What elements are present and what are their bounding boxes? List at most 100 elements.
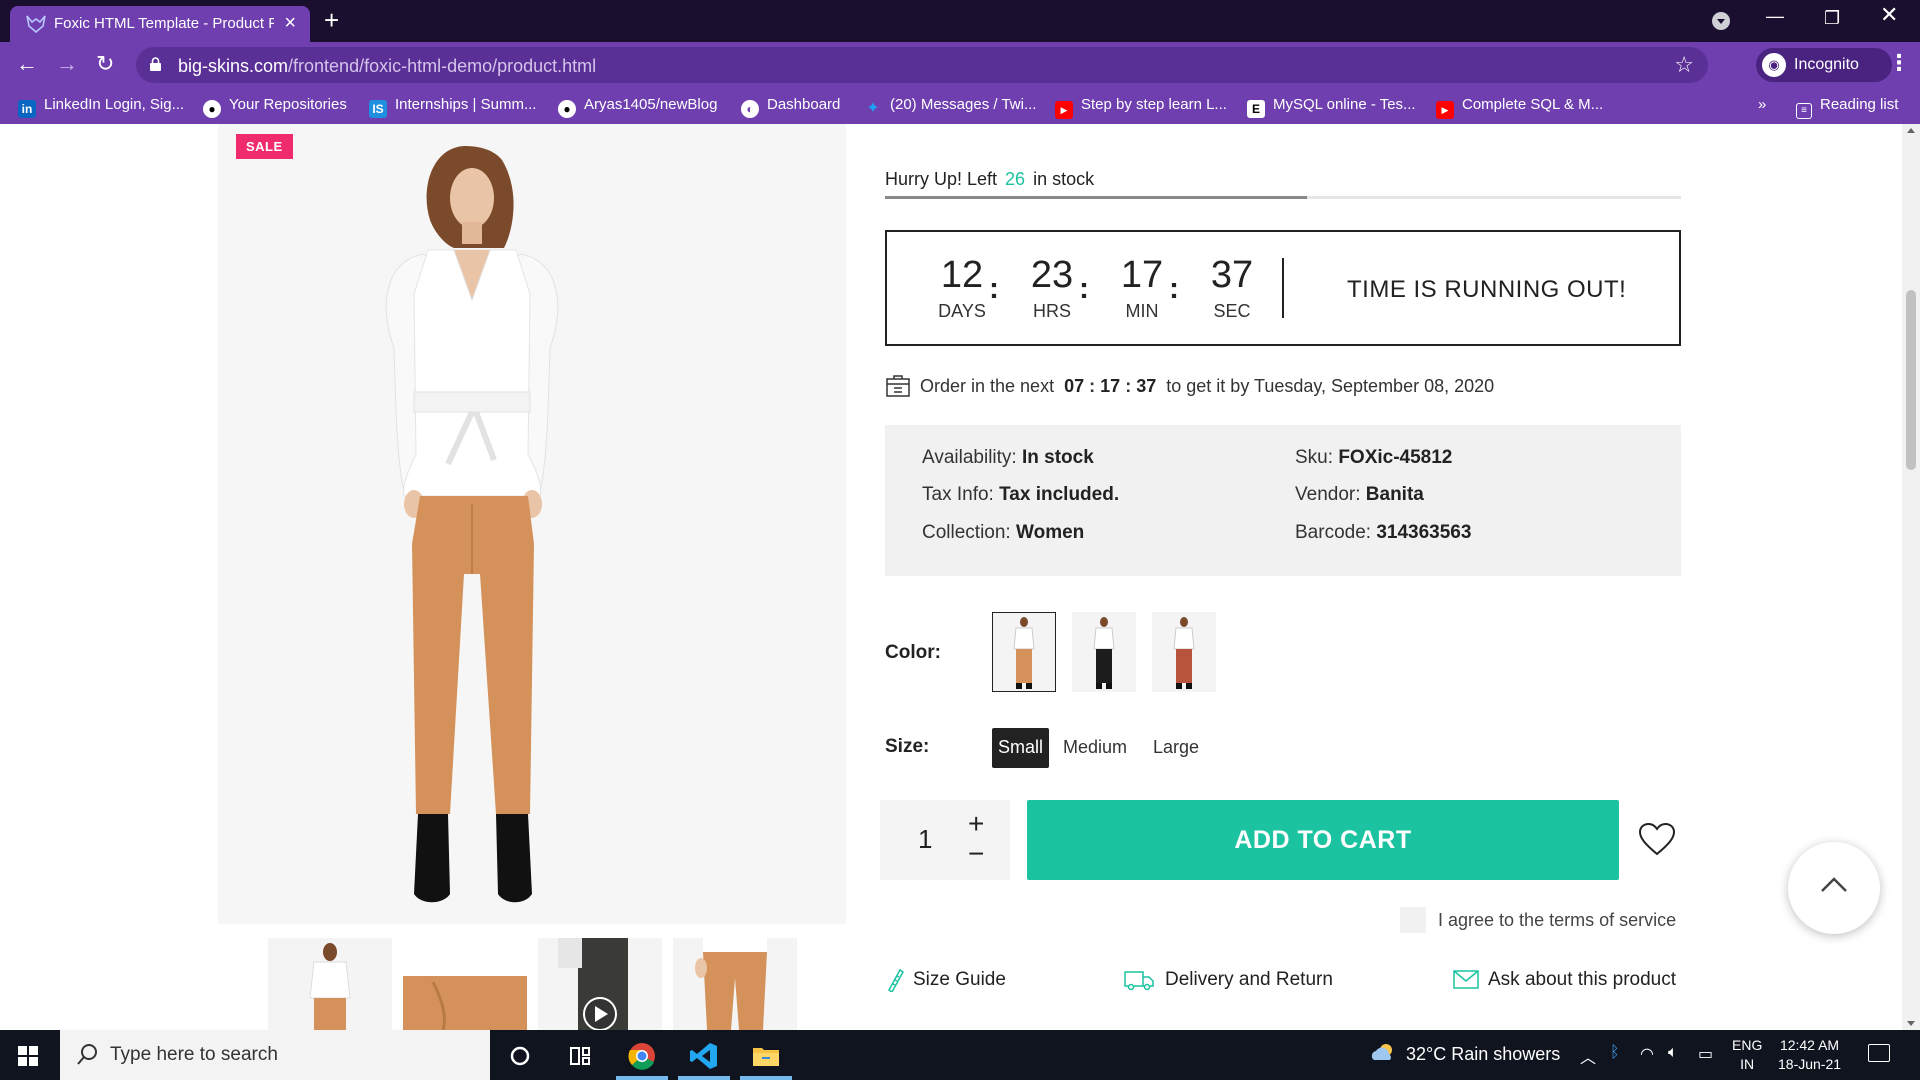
tray-chevron-icon[interactable]: ︿ [1580,1044,1596,1068]
page-scrollbar[interactable] [1902,124,1920,1030]
seconds-value: 37 [1210,254,1254,296]
order-minutes: 17 [1100,376,1121,396]
search-placeholder: Type here to search [110,1044,278,1065]
bookmarks-bar: in LinkedIn Login, Sig... ● Your Repositor… [0,88,1920,124]
minimize-icon[interactable]: — [1766,6,1784,27]
notification-center-icon[interactable] [1868,1044,1890,1062]
color-swatch-3[interactable] [1152,612,1216,692]
stock-count: 26 [1005,169,1026,189]
restore-icon[interactable]: ❐ [1824,8,1840,29]
e-icon: E [1247,100,1265,118]
chrome-icon[interactable] [626,1040,658,1072]
vscode-icon[interactable] [688,1040,720,1072]
wishlist-heart-icon[interactable] [1637,820,1677,860]
quantity-stepper: 1 + − [880,800,1010,880]
thumbnail-1[interactable] [268,938,392,1030]
clock-date: 18-Jun-21 [1778,1056,1842,1072]
bookmark-label: Internships | Summ... [395,96,537,113]
countdown-timer: 12 DAYS : 23 HRS : 17 MIN : 37 SEC TIME IS R… [885,230,1681,346]
bookmark-your-repositories[interactable]: ● Your Repositories [203,96,347,118]
battery-icon[interactable]: ▭ [1698,1044,1713,1064]
volume-icon[interactable]: 🔈︎ [1668,1044,1678,1062]
bluetooth-icon[interactable]: ᛒ [1610,1044,1620,1062]
new-tab-button[interactable]: + [324,5,339,36]
countdown-hours: 23 HRS [1017,254,1087,322]
barcode-value: 314363563 [1376,522,1472,543]
swatch-image [1173,617,1195,689]
bookmark-internships[interactable]: IS Internships | Summ... [369,96,536,118]
tab-close-icon[interactable]: × [284,12,296,35]
back-to-top-button[interactable] [1788,842,1880,934]
thumbnail-1-image [309,943,351,1030]
thumbnail-3-video[interactable] [538,938,662,1030]
youtube-icon: ▶ [1436,101,1454,119]
reload-icon[interactable]: ↻ [96,51,114,77]
thumbnail-3-image [558,938,628,1030]
size-option-medium[interactable]: Medium [1057,728,1133,768]
bookmark-dashboard[interactable]: ◐ Dashboard [741,96,840,118]
countdown-separator: : [1169,272,1179,305]
taskbar-search-box[interactable]: Type here to search [60,1030,490,1080]
bookmark-linkedin[interactable]: in LinkedIn Login, Sig... [18,96,184,118]
wifi-icon[interactable]: ◠ [1640,1044,1654,1064]
size-label: Size: [885,736,930,757]
reading-list-button[interactable]: ≡ Reading list [1796,96,1898,119]
chrome-active-indicator [616,1076,668,1080]
tab-search-icon[interactable] [1712,12,1730,30]
window-close-icon[interactable]: ✕ [1880,2,1898,28]
windows-start-icon[interactable] [18,1046,38,1066]
bookmark-label: Complete SQL & M... [1462,96,1604,113]
thumbnail-4[interactable] [673,938,797,1030]
bookmark-complete-sql[interactable]: ▶ Complete SQL & M... [1436,96,1603,119]
barcode-row: Barcode: 314363563 [1295,522,1471,544]
browser-tab[interactable]: Foxic HTML Template - Product P × [10,6,310,42]
bookmark-twitter[interactable]: ✦ (20) Messages / Twi... [864,96,1036,118]
url-text: big-skins.com/frontend/foxic-html-demo/p… [178,56,596,77]
cortana-icon[interactable] [504,1040,536,1072]
terms-checkbox[interactable] [1400,907,1426,933]
size-option-small[interactable]: Small [992,728,1050,768]
address-bar[interactable]: big-skins.com/frontend/foxic-html-demo/p… [136,47,1708,83]
incognito-indicator[interactable]: ◉ Incognito [1756,48,1892,82]
envelope-icon [1453,970,1479,989]
stock-prefix: Hurry Up! Left [885,169,998,189]
more-bookmarks-button[interactable]: » [1758,96,1766,113]
url-path: /frontend/foxic-html-demo/product.html [288,56,597,76]
days-value: 12 [940,254,984,296]
delivery-truck-icon [1124,971,1154,991]
delivery-return-label: Delivery and Return [1165,969,1333,990]
windows-taskbar: Type here to search 32°C Rain showers ︿ … [0,1030,1920,1080]
add-to-cart-button[interactable]: ADD TO CART [1027,800,1619,880]
thumbnail-2[interactable] [403,938,527,1030]
delivery-box-icon [886,375,910,397]
color-swatch-2[interactable] [1072,612,1136,692]
task-view-icon[interactable] [564,1040,596,1072]
scroll-up-icon[interactable] [1907,128,1915,133]
quantity-input[interactable]: 1 [918,824,932,855]
reading-list-label: Reading list [1820,96,1899,113]
browser-menu-icon[interactable]: ⋮ [1888,50,1910,76]
hours-value: 23 [1030,254,1074,296]
bookmark-step-by-step[interactable]: ▶ Step by step learn L... [1055,96,1227,119]
scrollbar-thumb[interactable] [1906,290,1916,470]
language-indicator[interactable]: ENG IN [1732,1036,1762,1074]
product-main-image[interactable] [218,124,846,924]
rain-cloud-icon [1371,1044,1392,1060]
quantity-increase-button[interactable]: + [968,808,984,840]
quantity-decrease-button[interactable]: − [968,838,984,870]
file-explorer-icon[interactable] [750,1040,782,1072]
bookmark-mysql-online[interactable]: E MySQL online - Tes... [1247,96,1416,118]
color-swatch-1[interactable] [992,612,1056,692]
terms-label[interactable]: I agree to the terms of service [1438,910,1676,931]
back-icon[interactable]: ← [16,51,38,77]
scroll-down-icon[interactable] [1907,1021,1915,1026]
bookmark-newblog[interactable]: ● Aryas1405/newBlog [558,96,717,118]
bookmark-label: Step by step learn L... [1081,96,1227,113]
bookmark-star-icon[interactable]: ☆ [1674,52,1694,78]
taskbar-clock[interactable]: 12:42 AM 18-Jun-21 [1778,1036,1841,1074]
size-guide-label: Size Guide [913,969,1006,990]
forward-icon[interactable]: → [56,51,78,77]
size-option-large[interactable]: Large [1147,728,1205,768]
bookmark-label: (20) Messages / Twi... [890,96,1037,113]
incognito-icon: ◉ [1762,53,1786,77]
